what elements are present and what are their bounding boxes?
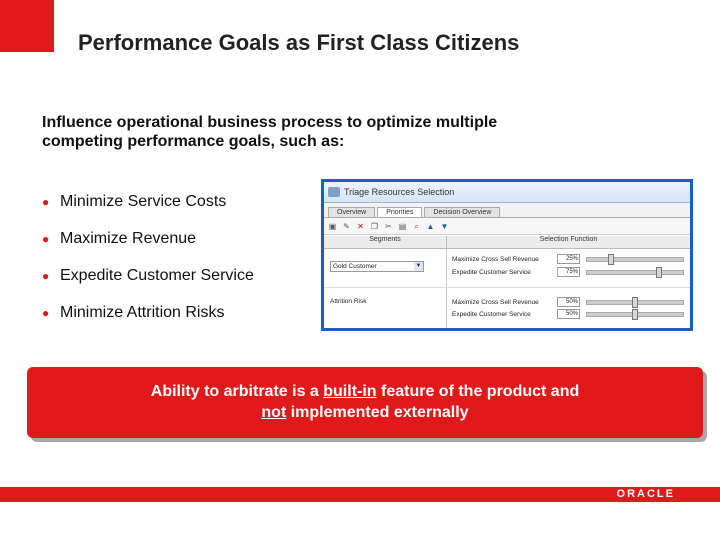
window-app-icon <box>328 187 340 197</box>
segment-cell: Gold Customer ▼ <box>324 249 447 287</box>
window-titlebar: Triage Resources Selection <box>324 182 690 203</box>
list-item: ● Maximize Revenue <box>42 230 197 247</box>
intro-line-2: competing performance goals, such as: <box>42 133 345 150</box>
slider-thumb[interactable] <box>632 308 638 320</box>
bullet-icon: ● <box>42 306 50 320</box>
delete-icon[interactable]: ✕ <box>356 222 365 231</box>
cut-icon[interactable]: ✂ <box>384 222 393 231</box>
table-row: Expedite Customer Service 75% <box>452 266 684 278</box>
table-row: Expedite Customer Service 50% <box>452 308 684 320</box>
bullet-icon: ● <box>42 269 50 283</box>
built-in-emphasis: built-in <box>323 383 377 400</box>
segment-select[interactable]: Gold Customer ▼ <box>330 261 424 272</box>
window-title: Triage Resources Selection <box>344 187 455 197</box>
weight-slider[interactable] <box>586 253 684 265</box>
find-icon[interactable]: ⌕ <box>412 222 421 231</box>
table-body: Gold Customer ▼ Maximize Cross Sell Reve… <box>324 249 690 328</box>
slider-thumb[interactable] <box>656 266 662 278</box>
weight-slider[interactable] <box>586 308 684 320</box>
table-header: Segments Selection Function <box>324 236 690 249</box>
list-item: ● Minimize Service Costs <box>42 193 227 210</box>
tab-overview[interactable]: Overview <box>328 207 376 217</box>
slider-thumb[interactable] <box>608 253 614 265</box>
oracle-logo: ORACLE <box>616 488 675 500</box>
goals-list: ● Minimize Service Costs ● Maximize Revenu… <box>42 192 254 340</box>
segments-header: Segments <box>324 236 447 248</box>
weight-slider[interactable] <box>586 296 684 308</box>
intro-line-1: Influence operational business process t… <box>42 114 498 131</box>
callout-text: Ability to arbitrate is a built-in featu… <box>150 383 580 421</box>
corner-red-square <box>0 0 54 52</box>
move-up-icon[interactable]: ▲ <box>426 222 435 231</box>
callout-box: Ability to arbitrate is a built-in featu… <box>27 367 703 438</box>
slide-title: Performance Goals as First Class Citizen… <box>78 30 520 55</box>
copy-icon[interactable]: ❐ <box>370 222 379 231</box>
edit-icon[interactable]: ✎ <box>342 222 351 231</box>
window-toolbar: ▣ ✎ ✕ ❐ ✂ ▤ ⌕ ▲ ▼ <box>324 218 690 235</box>
table-row: Maximize Cross Sell Revenue 50% <box>452 296 684 308</box>
bullet-icon: ● <box>42 232 50 246</box>
table-row: Maximize Cross Sell Revenue 25% <box>452 253 684 265</box>
segment-cell: Attrition Risk <box>324 288 447 328</box>
selection-function-header: Selection Function <box>539 236 598 243</box>
list-item: ● Minimize Attrition Risks <box>42 304 225 321</box>
intro-text: Influence operational business process t… <box>42 113 642 151</box>
paste-icon[interactable]: ▤ <box>398 222 407 231</box>
save-icon[interactable]: ▣ <box>328 222 337 231</box>
tab-priorities[interactable]: Priorities <box>377 207 423 217</box>
chevron-down-icon: ▼ <box>414 262 423 271</box>
move-down-icon[interactable]: ▼ <box>440 222 449 231</box>
not-emphasis: not <box>261 404 287 421</box>
bullet-icon: ● <box>42 195 50 209</box>
list-item: ● Expedite Customer Service <box>42 267 254 284</box>
tab-decision-overview[interactable]: Decision Overview <box>424 207 501 217</box>
footer-bar: ORACLE <box>0 487 720 502</box>
weight-slider[interactable] <box>586 266 684 278</box>
window-tabs: Overview Priorities Decision Overview <box>324 203 690 218</box>
triage-window-screenshot: Triage Resources Selection Overview Prio… <box>321 179 693 331</box>
slider-thumb[interactable] <box>632 296 638 308</box>
